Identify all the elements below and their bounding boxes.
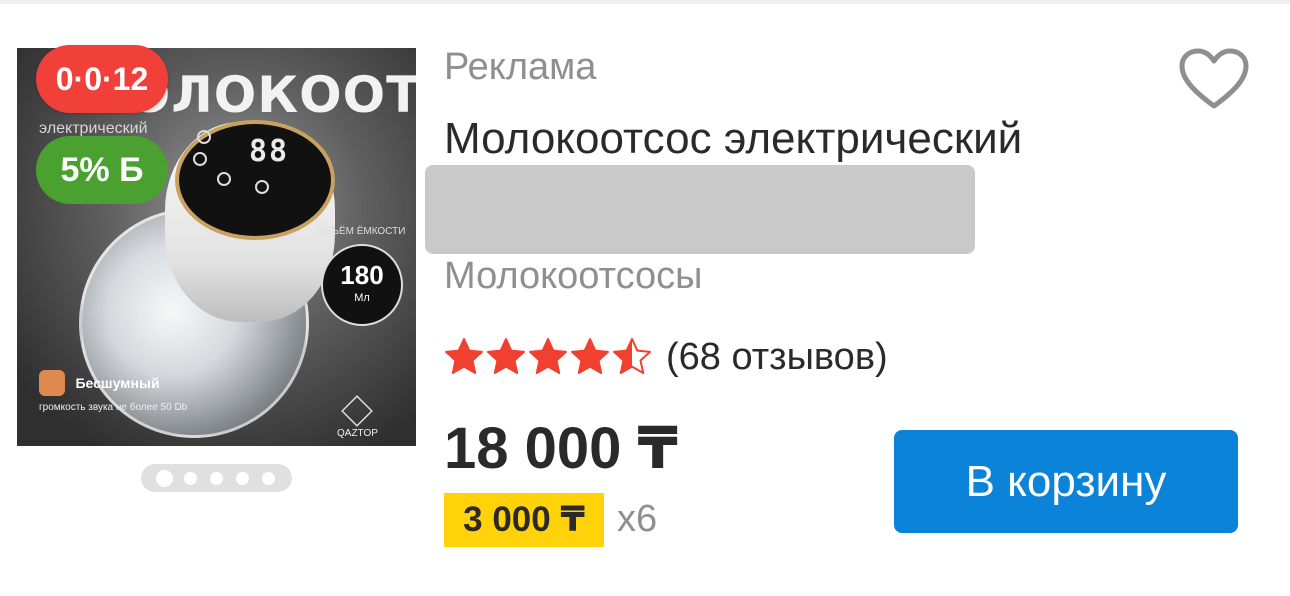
volume-badge: 180 Мл [321,244,403,326]
noise-icon [39,370,65,396]
rating-stars [444,337,654,377]
rating[interactable]: (68 отзывов) [444,333,888,381]
star-icon [571,338,609,374]
product-title[interactable]: Молокоотсос электрический [444,114,1022,164]
product-category[interactable]: Молокоотсосы [444,255,702,298]
volume-unit: Мл [354,292,370,304]
bonus-badge: 5% Б [36,136,168,204]
star-icon [445,338,483,374]
reviews-count[interactable]: (68 отзывов) [666,336,888,379]
brand-name: QAZTOP [337,428,378,439]
pump-minus-icon-2 [255,180,269,194]
volume-caption: ОБЪЁМ ЁМКОСТИ [317,226,406,237]
favorite-heart-icon[interactable] [1178,48,1250,112]
top-divider [0,0,1290,4]
installment-multiplier: x6 [617,498,658,540]
ad-label: Реклама [444,46,597,88]
noise-description: громкость звука не более 50 Db [39,402,188,413]
star-icon [487,338,525,374]
pump-plus-icon [217,172,231,186]
volume-value: 180 [340,260,384,290]
add-to-cart-button[interactable]: В корзину [894,430,1238,533]
carousel-dot-1[interactable] [157,471,171,485]
noise-feature: Бесшумный громкость звука не более 50 Db [39,370,189,414]
installment-price: 3 000 ₸ [444,493,604,547]
pump-digits: 88 [249,134,290,169]
price: 18 000 ₸ [444,416,678,481]
star-icon [613,338,651,374]
carousel-dot-5[interactable] [262,471,276,485]
carousel-indicator[interactable] [141,464,292,492]
installment-badge: 0·0·12 [36,45,168,113]
pump-minus-icon [193,152,207,166]
redacted-block [425,165,975,254]
pump-power-icon [197,130,211,144]
star-icon [529,338,567,374]
brand-mark-icon [341,395,374,427]
carousel-dot-2[interactable] [183,471,197,485]
carousel-dot-3[interactable] [209,471,223,485]
carousel-dot-4[interactable] [236,471,250,485]
brand-logo: QAZTOP [337,395,378,439]
noise-title: Бесшумный [75,375,160,391]
